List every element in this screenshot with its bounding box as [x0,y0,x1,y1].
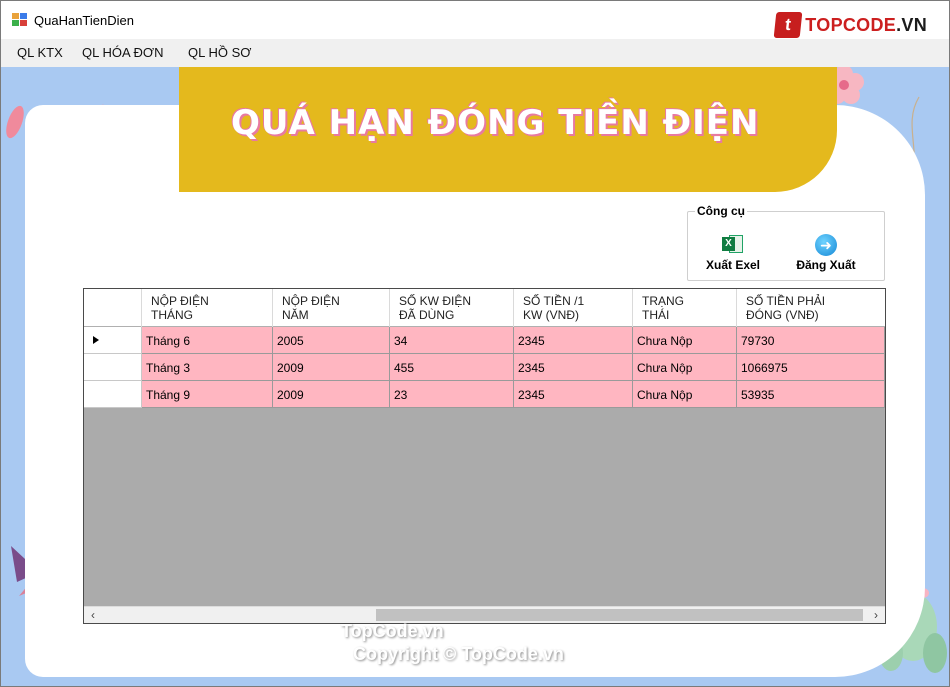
scroll-right-arrow-icon[interactable]: › [868,608,884,622]
cell-status[interactable]: Chưa Nộp [633,381,737,408]
current-row-arrow-icon [93,336,99,344]
column-header-amount-due-line1: SỐ TIỀN PHẢI [746,294,826,308]
column-header-price-per-kw-line1: SỐ TIỀN /1 [523,294,585,308]
window-title: QuaHanTienDien [34,13,134,28]
table-row[interactable]: Tháng 6 2005 34 2345 Chưa Nộp 79730 [84,327,885,354]
cell-kw-used[interactable]: 455 [390,354,514,381]
horizontal-scrollbar[interactable]: ‹ › [84,606,885,623]
column-header-kw-used-line1: SỐ KW ĐIỆN [399,294,472,308]
main-window: QuaHanTienDien t TOPCODE.VN QL KTX QL HÓ… [0,0,950,687]
brand-logo: t TOPCODE.VN [773,11,927,39]
column-header-price-per-kw[interactable]: SỐ TIỀN /1 KW (VNĐ) [514,289,633,327]
watermark-line2: Copyright © TopCode.vn [353,644,564,664]
overdue-bills-grid[interactable]: NỘP ĐIỆN THÁNG NỘP ĐIỆN NĂM SỐ KW ĐIỆN Đ… [83,288,886,624]
brand-text-main: TOPCODE [805,14,897,35]
cell-kw-used[interactable]: 34 [390,327,514,354]
grid-header: NỘP ĐIỆN THÁNG NỘP ĐIỆN NĂM SỐ KW ĐIỆN Đ… [84,289,885,327]
form-client-area: QUÁ HẠN ĐÓNG TIỀN ĐIỆN Công cụ X Xuất Ex… [1,67,949,686]
column-header-year-line1: NỘP ĐIỆN [282,294,340,308]
page-title: QUÁ HẠN ĐÓNG TIỀN ĐIỆN [231,103,760,143]
column-header-price-per-kw-line2: KW (VNĐ) [523,308,579,322]
cell-status[interactable]: Chưa Nộp [633,354,737,381]
scrollbar-thumb[interactable] [376,609,863,621]
row-header[interactable] [84,354,142,381]
export-excel-button[interactable]: X Xuất Exel [700,234,766,278]
row-header[interactable] [84,381,142,408]
scroll-left-arrow-icon[interactable]: ‹ [85,608,101,622]
cell-price-per-kw[interactable]: 2345 [514,327,633,354]
excel-icon: X [722,234,744,254]
export-excel-label: Xuất Exel [705,258,761,272]
tools-legend: Công cụ [695,204,747,218]
cell-kw-used[interactable]: 23 [390,381,514,408]
logout-button[interactable]: ➜ Đăng Xuất [790,234,862,278]
cell-year[interactable]: 2005 [273,327,390,354]
column-header-kw-used-line2: ĐÃ DÙNG [399,308,455,322]
column-header-kw-used[interactable]: SỐ KW ĐIỆN ĐÃ DÙNG [390,289,514,327]
brand-badge-icon: t [773,12,803,38]
table-row[interactable]: Tháng 9 2009 23 2345 Chưa Nộp 53935 [84,381,885,408]
menu-ql-hoa-don[interactable]: QL HÓA ĐƠN [82,45,163,60]
cell-amount-due[interactable]: 1066975 [737,354,885,381]
table-row[interactable]: Tháng 3 2009 455 2345 Chưa Nộp 1066975 [84,354,885,381]
menu-ql-ktx[interactable]: QL KTX [17,45,63,60]
brand-text: TOPCODE.VN [805,15,927,36]
column-header-month-line1: NỘP ĐIỆN [151,294,209,308]
column-header-year[interactable]: NỘP ĐIỆN NĂM [273,289,390,327]
cell-amount-due[interactable]: 53935 [737,381,885,408]
title-bar: QuaHanTienDien t TOPCODE.VN [1,1,949,39]
tools-groupbox: Công cụ X Xuất Exel ➜ Đăng Xuất [687,204,885,281]
cell-month[interactable]: Tháng 6 [142,327,273,354]
grid-corner-header [84,289,142,327]
menu-ql-ho-so[interactable]: QL HỒ SƠ [188,45,251,60]
column-header-month[interactable]: NỘP ĐIỆN THÁNG [142,289,273,327]
cell-status[interactable]: Chưa Nộp [633,327,737,354]
cell-year[interactable]: 2009 [273,354,390,381]
cell-month[interactable]: Tháng 9 [142,381,273,408]
cell-price-per-kw[interactable]: 2345 [514,381,633,408]
logout-label: Đăng Xuất [796,258,856,272]
column-header-amount-due[interactable]: SỐ TIỀN PHẢI ĐÓNG (VNĐ) [737,289,885,327]
cell-price-per-kw[interactable]: 2345 [514,354,633,381]
column-header-status-line1: TRẠNG [642,294,684,308]
column-header-status-line2: THÁI [642,308,670,322]
cell-amount-due[interactable]: 79730 [737,327,885,354]
watermark-line1: TopCode.vn [341,621,444,641]
menu-bar: QL KTX QL HÓA ĐƠN QL HỒ SƠ [1,39,949,67]
logout-arrow-icon: ➜ [815,234,837,256]
cell-year[interactable]: 2009 [273,381,390,408]
column-header-amount-due-line2: ĐÓNG (VNĐ) [746,308,819,322]
row-header[interactable] [84,327,142,354]
app-icon [12,13,28,27]
column-header-month-line2: THÁNG [151,308,193,322]
column-header-year-line2: NĂM [282,308,309,322]
cell-month[interactable]: Tháng 3 [142,354,273,381]
column-header-status[interactable]: TRẠNG THÁI [633,289,737,327]
brand-text-suffix: .VN [896,14,927,35]
